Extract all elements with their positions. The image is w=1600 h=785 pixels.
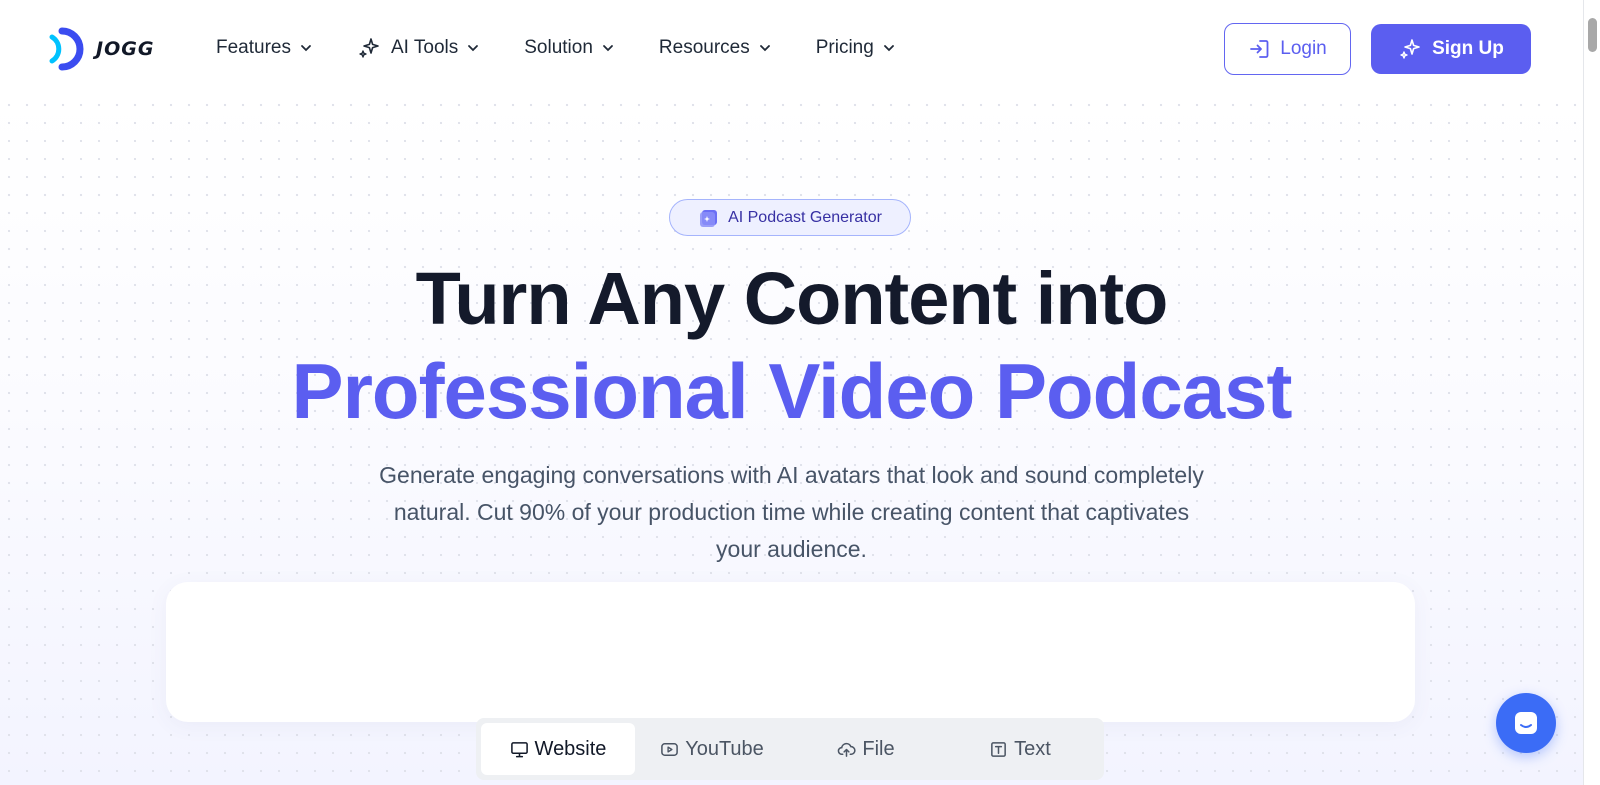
brand-name: JOGG [96,38,155,60]
main-menu: Features AI Tools Solution Resources Pri… [216,30,896,66]
logo-icon [49,27,84,71]
login-label: Login [1280,38,1327,59]
menu-item-resources[interactable]: Resources [659,30,772,66]
tab-label: Text [1014,737,1051,760]
menu-item-solution[interactable]: Solution [524,30,615,66]
subtitle-line: your audience. [716,536,867,562]
source-tabs: Website YouTube File Text [476,718,1104,780]
badge-label: AI Podcast Generator [728,208,882,226]
cloud-upload-icon [838,742,856,757]
hero-title-line-2: Professional Video Podcast [291,347,1293,435]
signup-button[interactable]: Sign Up [1371,24,1531,74]
signup-label: Sign Up [1432,38,1504,59]
scrollbar-thumb[interactable] [1588,18,1597,52]
menu-item-label: Solution [524,37,593,58]
subtitle-line: Generate engaging conversations with AI … [379,462,1204,488]
tab-label: Website [534,737,607,760]
menu-item-label: Pricing [815,37,874,58]
play-icon [661,742,679,756]
feature-badge: AI Podcast Generator [669,199,911,236]
page-scrollbar[interactable] [1583,0,1600,785]
generator-card [166,582,1415,722]
login-button[interactable]: Login [1224,23,1351,75]
hero-title-line-1: Turn Any Content into [415,257,1169,340]
menu-item-label: Resources [658,37,750,58]
subtitle-line: natural. Cut 90% of your production time… [393,499,1190,525]
text-icon [991,741,1007,757]
chevron-down-icon [468,45,479,52]
top-navigation: JOGG Features AI Tools Solution Resource… [0,0,1583,96]
tab-label: YouTube [685,737,764,760]
chevron-down-icon [759,45,770,52]
tab-website[interactable]: Website [481,723,635,775]
tab-label: File [862,737,895,760]
podcast-sparkle-icon [700,209,718,227]
hero-subtitle: Generate engaging conversations with AI … [0,457,1583,568]
sparkle-icon [359,38,379,58]
tab-file[interactable]: File [789,723,943,775]
menu-item-ai-tools[interactable]: AI Tools [357,30,480,66]
chevron-down-icon [883,45,894,52]
tab-youtube[interactable]: YouTube [635,723,789,775]
menu-item-features[interactable]: Features [216,30,313,66]
sparkle-icon [1400,39,1420,59]
tab-text[interactable]: Text [943,723,1097,775]
chevron-down-icon [301,45,311,52]
menu-item-label: Features [216,37,291,58]
brand-logo[interactable]: JOGG [48,27,154,71]
live-chat-button[interactable] [1496,693,1556,753]
chat-icon [1515,712,1537,734]
chevron-down-icon [603,45,613,52]
menu-item-label: AI Tools [390,37,459,58]
menu-item-pricing[interactable]: Pricing [816,30,896,66]
login-icon [1250,40,1269,58]
monitor-icon [510,741,528,757]
